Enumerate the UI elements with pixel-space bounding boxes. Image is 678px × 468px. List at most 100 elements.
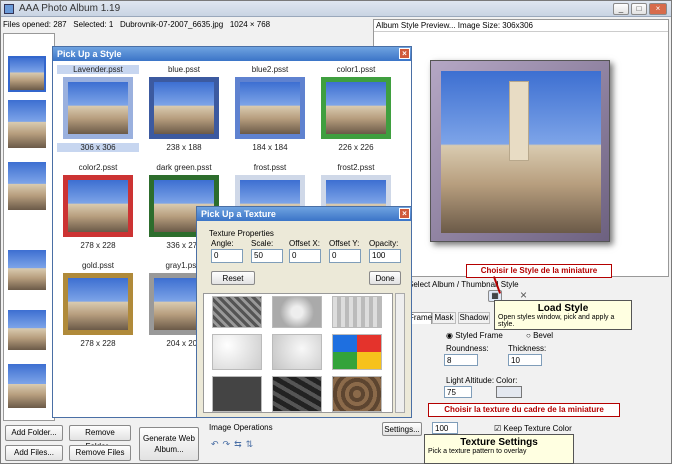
status-line: Files opened: 287 Selected: 1 Dubrovnik-… (3, 19, 371, 31)
style-preview-photo (154, 82, 214, 134)
offset-y-label: Offset Y: (329, 239, 360, 248)
style-item-dims: 226 x 226 (338, 143, 374, 152)
angle-label: Angle: (211, 239, 234, 248)
thumbnail[interactable] (8, 162, 46, 210)
style-item[interactable]: color1.psst 226 x 226 (315, 65, 397, 159)
style-item-dims: 238 x 188 (166, 143, 202, 152)
style-item-name: blue.psst (167, 65, 201, 74)
color-label: Color: (496, 376, 518, 385)
rotate-left-icon[interactable]: ↶ (211, 439, 223, 449)
offset-x-input[interactable]: 0 (289, 249, 321, 263)
style-item[interactable]: blue2.psst 184 x 184 (229, 65, 311, 159)
generate-web-album-button[interactable]: Generate Web Album... (139, 427, 199, 461)
scale-input[interactable]: 50 (251, 249, 283, 263)
close-button[interactable]: × (649, 3, 667, 15)
bell-tower (509, 81, 529, 161)
rotate-right-icon[interactable]: ↷ (223, 439, 235, 449)
thickness-label: Thickness: (508, 344, 547, 353)
opacity-label: Opacity: (369, 239, 399, 248)
image-operations-label: Image Operations (209, 423, 273, 432)
offset-x-label: Offset X: (289, 239, 320, 248)
scale-label: Scale: (251, 239, 274, 248)
texture-tile[interactable] (272, 334, 322, 370)
texture-scrollbar[interactable] (395, 293, 405, 413)
thickness-input[interactable]: 10 (508, 354, 542, 366)
style-item[interactable]: blue.psst 238 x 188 (143, 65, 225, 159)
style-preview (63, 175, 133, 237)
texture-tile[interactable] (332, 296, 382, 328)
done-button[interactable]: Done (369, 271, 401, 285)
style-preview-photo (68, 82, 128, 134)
style-preview-photo (68, 180, 128, 232)
selected-filename: Dubrovnik-07-2007_6635.jpg (119, 20, 224, 29)
load-style-tooltip-title: Load Style (537, 303, 589, 314)
style-preview (321, 77, 391, 139)
thumbnail[interactable] (8, 364, 46, 408)
offset-y-input[interactable]: 0 (329, 249, 361, 263)
radio-styled-frame[interactable]: ◉ Styled Frame (446, 331, 503, 340)
preview-image (441, 71, 601, 233)
style-item-name: Lavender.psst (57, 65, 139, 74)
texture-tile[interactable] (272, 296, 322, 328)
style-item[interactable]: color2.psst 278 x 228 (57, 163, 139, 257)
keep-texture-checkbox[interactable]: ☑ Keep Texture Color (494, 424, 572, 433)
minimize-button[interactable]: _ (613, 3, 629, 15)
texture-tile-colors[interactable] (332, 334, 382, 370)
light-altitude-input[interactable]: 75 (444, 386, 472, 398)
style-item-name: frost2.psst (337, 163, 375, 172)
style-item-name: dark green.psst (156, 163, 212, 172)
style-item-dims: 278 x 228 (80, 241, 116, 250)
thumbnail[interactable] (8, 56, 46, 92)
thumbnail-grid[interactable] (3, 33, 55, 421)
light-altitude-label: Light Altitude: (446, 376, 495, 385)
texture-value-input[interactable]: 100 (432, 422, 458, 434)
maximize-button[interactable]: □ (631, 3, 647, 15)
reset-button[interactable]: Reset (211, 271, 255, 285)
remove-folder-button[interactable]: Remove Folder... (69, 425, 131, 451)
thumbnail[interactable] (8, 100, 46, 148)
texture-tile[interactable] (212, 334, 262, 370)
thumbnail[interactable] (8, 250, 46, 290)
texture-tile[interactable] (212, 296, 262, 328)
roundness-input[interactable]: 8 (444, 354, 478, 366)
flip-horizontal-icon[interactable]: ⇆ (234, 439, 246, 449)
style-preview (149, 77, 219, 139)
flip-vertical-icon[interactable]: ⇅ (246, 439, 258, 449)
style-dialog-close-icon[interactable]: × (399, 48, 410, 59)
preview-frame (430, 60, 610, 242)
texture-dialog-close-icon[interactable]: × (399, 208, 410, 219)
style-group-label: Select Album / Thumbnail Style (408, 280, 519, 289)
image-size: 1024 × 768 (229, 20, 271, 29)
preview-header: Album Style Preview... Image Size: 306x3… (374, 20, 668, 32)
texture-tile[interactable] (212, 376, 262, 412)
texture-tile[interactable] (332, 376, 382, 412)
load-style-tooltip-text: Open styles window, pick and apply a sty… (498, 314, 615, 328)
settings-button[interactable]: Settings... (382, 422, 422, 436)
angle-input[interactable]: 0 (211, 249, 243, 263)
style-item-name: blue2.psst (251, 65, 289, 74)
texture-properties-group: Texture Properties (209, 229, 274, 238)
opacity-input[interactable]: 100 (369, 249, 401, 263)
callout-texture: Choisir la texture du cadre de la miniat… (428, 403, 620, 417)
files-opened: Files opened: 287 (3, 20, 67, 29)
style-item[interactable]: gold.psst 278 x 228 (57, 261, 139, 355)
selected-count: Selected: 1 (73, 20, 114, 29)
style-preview (63, 273, 133, 335)
app-icon (4, 4, 14, 14)
radio-bevel[interactable]: ○ Bevel (526, 331, 553, 340)
preview-pane: Album Style Preview... Image Size: 306x3… (373, 19, 669, 277)
color-picker[interactable] (496, 386, 522, 398)
tab-shadow[interactable]: Shadow (458, 312, 490, 324)
texture-tooltip-title: Texture Settings (460, 437, 538, 448)
texture-tile[interactable] (272, 376, 322, 412)
remove-files-button[interactable]: Remove Files (69, 445, 131, 461)
tab-mask[interactable]: Mask (432, 312, 456, 324)
add-folder-button[interactable]: Add Folder... (5, 425, 63, 441)
style-preview-photo (240, 82, 300, 134)
style-item[interactable]: Lavender.psst 306 x 306 (57, 65, 139, 159)
thumbnail[interactable] (8, 310, 46, 350)
style-preview (63, 77, 133, 139)
add-files-button[interactable]: Add Files... (5, 445, 63, 461)
style-item-name: color2.psst (78, 163, 118, 172)
style-dialog-title: Pick Up a Style × (53, 47, 411, 61)
